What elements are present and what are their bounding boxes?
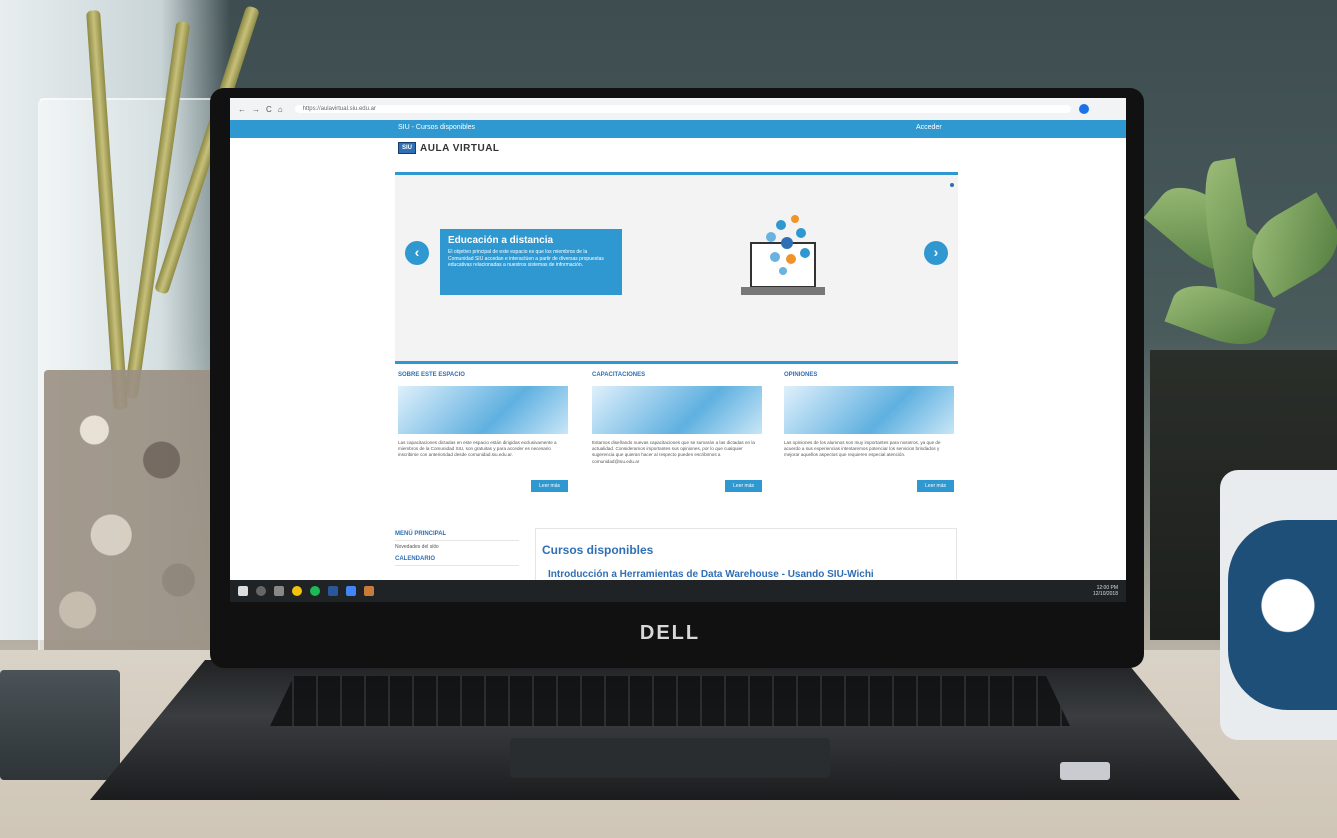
- courses-title: Cursos disponibles: [542, 543, 654, 557]
- address-bar[interactable]: https://aulavirtual.siu.edu.ar: [294, 105, 1071, 113]
- slide-title: Educación a distancia: [448, 235, 554, 246]
- mug-bird-art: [1228, 520, 1337, 710]
- read-more-button[interactable]: Leer más: [531, 480, 568, 492]
- laptop-sticker: [1060, 762, 1110, 780]
- notebook: [0, 670, 120, 780]
- browser-nav-icons[interactable]: ←→C⌂: [238, 105, 289, 114]
- section-title: OPINIONES: [784, 372, 818, 378]
- logo-text: AULA VIRTUAL: [420, 142, 500, 154]
- laptop-illustration-icon: [741, 215, 825, 295]
- section-title: CAPACITACIONES: [592, 372, 646, 378]
- slide-text: El objetivo principal de este espacio es…: [448, 249, 604, 268]
- word-icon[interactable]: [328, 586, 338, 596]
- laptop-screen: ←→C⌂ https://aulavirtual.siu.edu.ar SIU …: [230, 98, 1126, 602]
- taskbar-clock[interactable]: 12:00 PM 12/10/2018: [1093, 585, 1118, 597]
- task-view-icon[interactable]: [274, 586, 284, 596]
- hero-slider: ‹ › Educación a distancia El objetivo pr…: [395, 172, 958, 364]
- main-menu-block: MENÚ PRINCIPAL Novedades del sitio CALEN…: [395, 528, 519, 566]
- calendar-label: CALENDARIO: [395, 556, 435, 562]
- site-header-title: SIU - Cursos disponibles: [398, 124, 476, 131]
- read-more-button[interactable]: Leer más: [917, 480, 954, 492]
- vase-stones: [44, 370, 212, 670]
- windows-taskbar: 12:00 PM 12/10/2018: [230, 580, 1126, 602]
- section-text: Las opiniones de los alumnos son muy imp…: [784, 440, 941, 458]
- slider-prev-button[interactable]: ‹: [405, 241, 429, 265]
- browser-toolbar: ←→C⌂ https://aulavirtual.siu.edu.ar: [230, 98, 1126, 121]
- menu-item-news[interactable]: Novedades del sitio: [395, 541, 519, 553]
- folder-icon[interactable]: [364, 586, 374, 596]
- app-icon[interactable]: [346, 586, 356, 596]
- section-text: Las capacitaciones dictadas en este espa…: [398, 440, 557, 458]
- spotify-icon[interactable]: [310, 586, 320, 596]
- login-link[interactable]: Acceder: [916, 124, 942, 131]
- start-icon[interactable]: [238, 586, 248, 596]
- section-text: Estamos diseñando nuevas capacitaciones …: [592, 440, 755, 464]
- chrome-icon[interactable]: [292, 586, 302, 596]
- logo-badge: SIU: [398, 142, 417, 154]
- calendar-block-title[interactable]: CALENDARIO: [395, 553, 519, 566]
- touchpad: [510, 738, 830, 778]
- section-image: [398, 386, 568, 434]
- site-logo[interactable]: SIU AULA VIRTUAL: [398, 142, 500, 154]
- read-more-button[interactable]: Leer más: [725, 480, 762, 492]
- section-image: [784, 386, 954, 434]
- section-opinions: OPINIONES Las opiniones de los alumnos s…: [784, 372, 954, 492]
- laptop-brand: DELL: [639, 622, 701, 644]
- search-icon[interactable]: [256, 586, 266, 596]
- keyboard: [270, 676, 1070, 726]
- section-about: SOBRE ESTE ESPACIO Las capacitaciones di…: [398, 372, 568, 492]
- section-image: [592, 386, 762, 434]
- clock-date: 12/10/2018: [1092, 591, 1118, 597]
- main-menu-title[interactable]: MENÚ PRINCIPAL: [395, 528, 519, 541]
- slider-next-button[interactable]: ›: [924, 241, 948, 265]
- section-title: SOBRE ESTE ESPACIO: [398, 372, 465, 378]
- course-link[interactable]: Introducción a Herramientas de Data Ware…: [548, 569, 956, 580]
- slide-caption: Educación a distancia El objetivo princi…: [440, 229, 622, 295]
- section-trainings: CAPACITACIONES Estamos diseñando nuevas …: [592, 372, 762, 492]
- site-header-bar: SIU - Cursos disponibles Acceder: [230, 120, 1126, 138]
- slider-dot[interactable]: [950, 183, 954, 187]
- profile-avatar[interactable]: [1078, 104, 1089, 114]
- main-menu-label: MENÚ PRINCIPAL: [395, 531, 447, 537]
